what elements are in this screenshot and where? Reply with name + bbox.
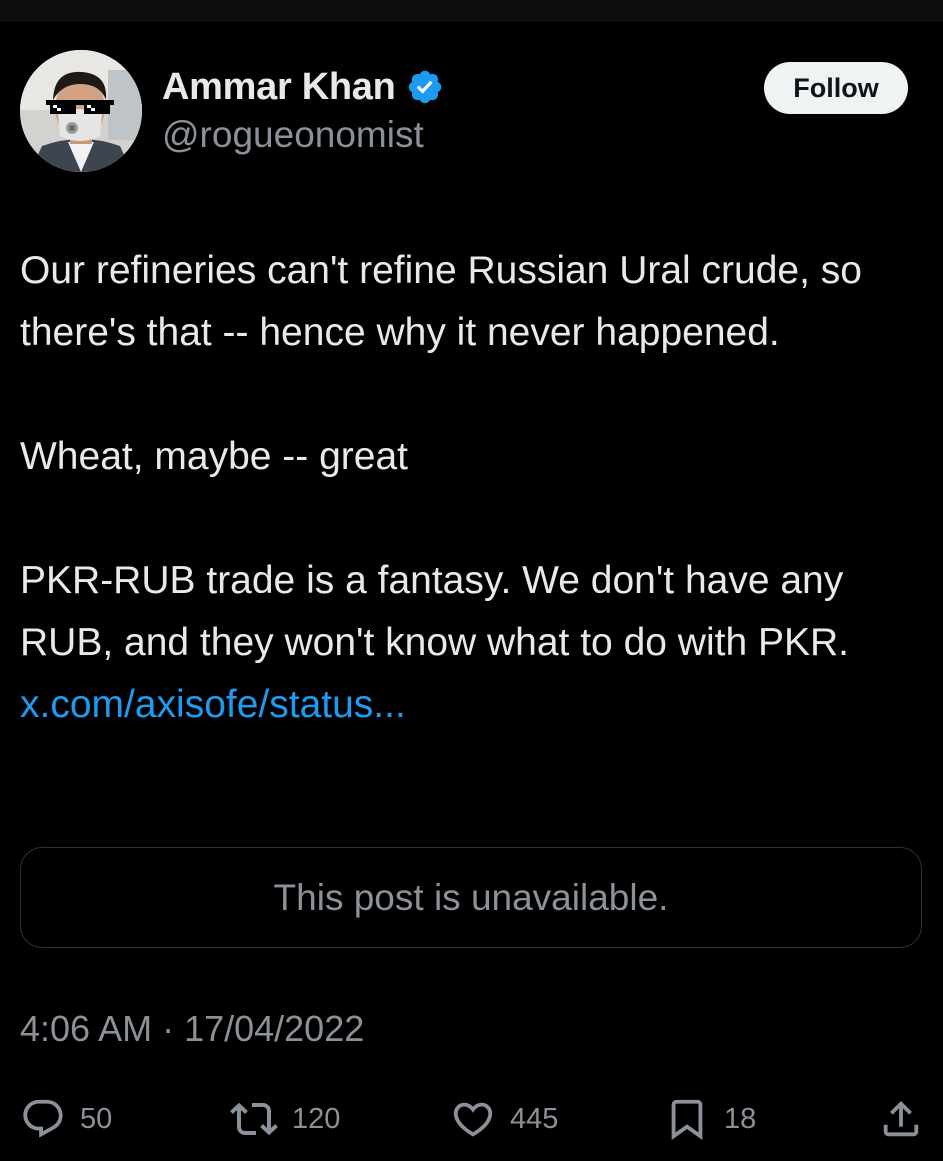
top-strip: [0, 0, 943, 22]
tweet-paragraph-3: PKR-RUB trade is a fantasy. We don't hav…: [20, 550, 920, 736]
avatar[interactable]: [20, 50, 142, 172]
like-button[interactable]: 445: [450, 1096, 558, 1142]
reply-button[interactable]: 50: [20, 1096, 112, 1142]
author-name-row: Ammar Khan: [162, 62, 444, 112]
heart-icon: [453, 1102, 493, 1137]
avatar-image: [20, 50, 142, 172]
repost-icon: [230, 1102, 278, 1136]
repost-count: 120: [292, 1102, 341, 1135]
verified-badge-icon: [406, 68, 444, 106]
repost-button[interactable]: 120: [230, 1096, 340, 1142]
tweet-paragraph-1: Our refineries can't refine Russian Ural…: [20, 249, 862, 354]
author-handle[interactable]: @rogueonomist: [162, 114, 424, 156]
tweet-paragraph-3-text: PKR-RUB trade is a fantasy. We don't hav…: [20, 559, 850, 664]
quoted-post-card[interactable]: This post is unavailable.: [20, 847, 922, 948]
reply-count: 50: [80, 1102, 113, 1135]
share-icon: [883, 1100, 919, 1137]
bookmark-count: 18: [724, 1102, 757, 1135]
reply-icon: [23, 1099, 63, 1138]
share-button[interactable]: [878, 1096, 924, 1142]
post-timestamp[interactable]: 4:06 AM · 17/04/2022: [20, 1008, 364, 1050]
follow-button[interactable]: Follow: [764, 62, 908, 114]
quoted-post-unavailable-text: This post is unavailable.: [273, 876, 669, 918]
author-name[interactable]: Ammar Khan: [162, 66, 396, 109]
tweet-link[interactable]: x.com/axisofe/status...: [20, 683, 406, 726]
bookmark-button[interactable]: 18: [664, 1096, 756, 1142]
tweet-paragraph-2: Wheat, maybe -- great: [20, 435, 408, 478]
bookmark-icon: [671, 1099, 703, 1140]
like-count: 445: [510, 1102, 559, 1135]
tweet-text: Our refineries can't refine Russian Ural…: [20, 240, 920, 736]
